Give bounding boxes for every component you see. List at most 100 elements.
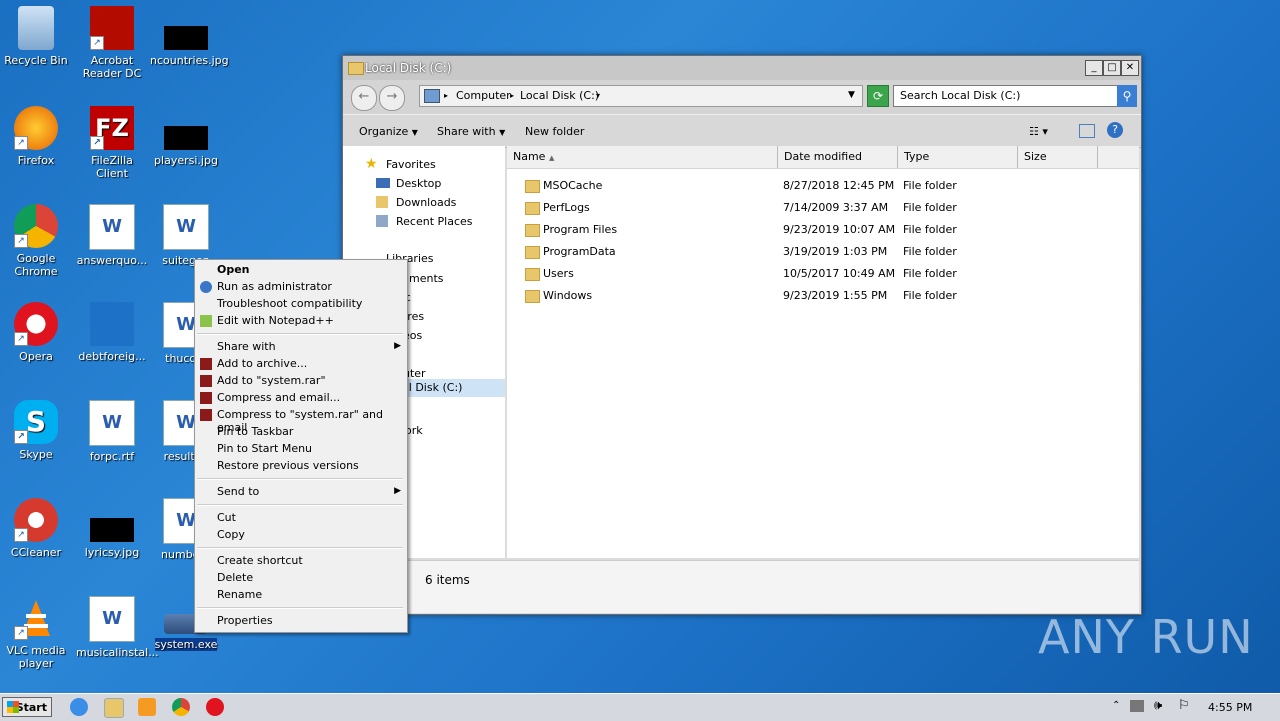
status-bar: 6 items (343, 560, 1139, 613)
breadcrumb-local-disk[interactable]: Local Disk (C:) (520, 89, 599, 102)
nav-recent-places[interactable]: Recent Places (396, 215, 473, 228)
address-bar[interactable]: ▸ Computer ▸ Local Disk (C:) ▾ ▼ (419, 85, 863, 107)
nav-downloads[interactable]: Downloads (396, 196, 456, 209)
menu-item-cut[interactable]: Cut (217, 511, 236, 524)
menu-item-troubleshoot[interactable]: Troubleshoot compatibility (217, 297, 362, 310)
menu-item-run-as-admin[interactable]: Run as administrator (217, 280, 332, 293)
word-document-icon: W (89, 400, 135, 446)
action-center-flag-icon[interactable]: ⚐ (1178, 698, 1190, 713)
table-row[interactable]: MSOCache 8/27/2018 12:45 PM File folder (507, 175, 1139, 197)
windows-explorer-icon[interactable] (104, 698, 124, 718)
chrome-icon[interactable] (172, 698, 190, 716)
start-button[interactable]: Start (2, 697, 52, 717)
column-name[interactable]: Name ▲ (507, 146, 778, 168)
menu-item-delete[interactable]: Delete (217, 571, 253, 584)
menu-item-create-shortcut[interactable]: Create shortcut (217, 554, 303, 567)
menu-separator (197, 607, 403, 609)
address-dropdown-icon[interactable]: ▼ (848, 90, 855, 100)
refresh-button[interactable]: ⟳ (867, 85, 889, 107)
menu-item-send-to[interactable]: Send to (217, 485, 259, 498)
table-row[interactable]: Windows 9/23/2019 1:55 PM File folder (507, 285, 1139, 307)
desktop-icon-vlc[interactable]: ↗ VLC media player (0, 596, 72, 670)
title-bar[interactable]: Local Disk (C:) _ □ ✕ (343, 56, 1141, 80)
internet-explorer-icon[interactable] (70, 698, 88, 716)
clock[interactable]: 4:55 PM (1208, 701, 1252, 714)
desktop-icon-firefox[interactable]: ↗ Firefox (0, 106, 72, 167)
menu-item-edit-notepadpp[interactable]: Edit with Notepad++ (217, 314, 334, 327)
network-icon[interactable] (1130, 700, 1144, 712)
desktop-icon-recycle-bin[interactable]: Recycle Bin (0, 6, 72, 67)
desktop-icon-ncountries[interactable]: ncountries.jpg (150, 6, 229, 67)
table-row[interactable]: PerfLogs 7/14/2009 3:37 AM File folder (507, 197, 1139, 219)
menu-item-share-with[interactable]: Share with (217, 340, 276, 353)
file-date: 9/23/2019 1:55 PM (783, 289, 888, 302)
column-type[interactable]: Type (898, 146, 1018, 168)
windows-logo-icon (7, 701, 19, 713)
menu-item-add-rar[interactable]: Add to "system.rar" (217, 374, 326, 387)
image-file-icon (164, 26, 208, 50)
column-size[interactable]: Size (1018, 146, 1098, 168)
desktop-icon-forpc[interactable]: W forpc.rtf (76, 400, 148, 463)
menu-item-restore-versions[interactable]: Restore previous versions (217, 459, 359, 472)
search-input[interactable]: Search Local Disk (C:) (893, 85, 1123, 107)
shield-icon (200, 281, 212, 293)
submenu-arrow-icon: ▶ (394, 486, 401, 496)
desktop-icon-playersi[interactable]: playersi.jpg (150, 106, 222, 167)
search-icon[interactable]: ⚲ (1117, 85, 1137, 107)
share-with-label: Share with (437, 125, 496, 138)
new-folder-button[interactable]: New folder (525, 125, 584, 138)
nav-favorites[interactable]: Favorites (386, 158, 436, 171)
menu-separator (197, 333, 403, 335)
share-with-button[interactable]: Share with ▼ (437, 125, 505, 138)
column-date-modified[interactable]: Date modified (778, 146, 898, 168)
preview-pane-icon[interactable] (1079, 124, 1095, 138)
desktop-icon-answerquo[interactable]: W answerquo... (76, 204, 148, 267)
chevron-down-icon[interactable]: ▾ (596, 91, 600, 100)
minimize-button[interactable]: _ (1085, 60, 1103, 76)
table-row[interactable]: Users 10/5/2017 10:49 AM File folder (507, 263, 1139, 285)
desktop-icon-filezilla[interactable]: FZ ↗ FileZilla Client (76, 106, 148, 180)
desktop-icon-chrome[interactable]: ↗ Google Chrome (0, 204, 72, 278)
menu-item-pin-start[interactable]: Pin to Start Menu (217, 442, 312, 455)
menu-item-properties[interactable]: Properties (217, 614, 273, 627)
volume-icon[interactable]: 🕪 (1154, 698, 1162, 713)
desktop-icon-skype[interactable]: S ↗ Skype (0, 400, 72, 461)
menu-item-compress-email[interactable]: Compress and email... (217, 391, 340, 404)
window-title: Local Disk (C:) (365, 61, 452, 75)
view-options-icon[interactable]: ☷ ▾ (1029, 125, 1048, 138)
table-row[interactable]: Program Files 9/23/2019 10:07 AM File fold… (507, 219, 1139, 241)
opera-icon[interactable] (206, 698, 224, 716)
command-bar: Organize ▼ Share with ▼ New folder ☷ ▾ ? (343, 114, 1141, 148)
forward-button[interactable]: → (379, 85, 405, 111)
organize-button[interactable]: Organize ▼ (359, 125, 418, 138)
desktop-icon-lyricsy[interactable]: lyricsy.jpg (76, 498, 148, 559)
nav-desktop[interactable]: Desktop (396, 177, 441, 190)
menu-item-rename[interactable]: Rename (217, 588, 262, 601)
close-button[interactable]: ✕ (1121, 60, 1139, 76)
media-player-icon[interactable] (138, 698, 156, 716)
desktop-icon-musicalinstal[interactable]: W musicalinstal... (76, 596, 159, 659)
chrome-icon: ↗ (14, 204, 58, 248)
menu-item-add-archive[interactable]: Add to archive... (217, 357, 307, 370)
back-button[interactable]: ← (351, 85, 377, 111)
menu-item-open[interactable]: Open (217, 263, 250, 276)
table-row[interactable]: ProgramData 3/19/2019 1:03 PM File folder (507, 241, 1139, 263)
show-hidden-icons-icon[interactable]: ⌃ (1112, 700, 1120, 711)
word-document-icon: W (89, 596, 135, 642)
desktop-icon-debtforeig[interactable]: debtforeig... (76, 302, 148, 363)
desktop-icon-ccleaner[interactable]: ↗ CCleaner (0, 498, 72, 559)
chevron-right-icon: ▸ (444, 91, 449, 100)
menu-item-pin-taskbar[interactable]: Pin to Taskbar (217, 425, 293, 438)
desktop-icon-opera[interactable]: ↗ Opera (0, 302, 72, 363)
menu-item-copy[interactable]: Copy (217, 528, 245, 541)
help-icon[interactable]: ? (1107, 122, 1123, 138)
desktop-icon-label: ncountries.jpg (150, 54, 229, 67)
watermark: ANY RUN (1038, 610, 1254, 664)
desktop-icon-label: Firefox (17, 154, 55, 167)
address-row: ← → ▸ Computer ▸ Local Disk (C:) ▾ ▼ ⟳ S… (343, 80, 1141, 114)
breadcrumb-computer[interactable]: Computer (456, 89, 511, 102)
maximize-button[interactable]: □ (1103, 60, 1121, 76)
desktop-icon-acrobat[interactable]: ↗ Acrobat Reader DC (76, 6, 148, 80)
desktop-icon-suitegen[interactable]: W suitegen (150, 204, 222, 267)
selected-label: system.exe (154, 638, 218, 651)
